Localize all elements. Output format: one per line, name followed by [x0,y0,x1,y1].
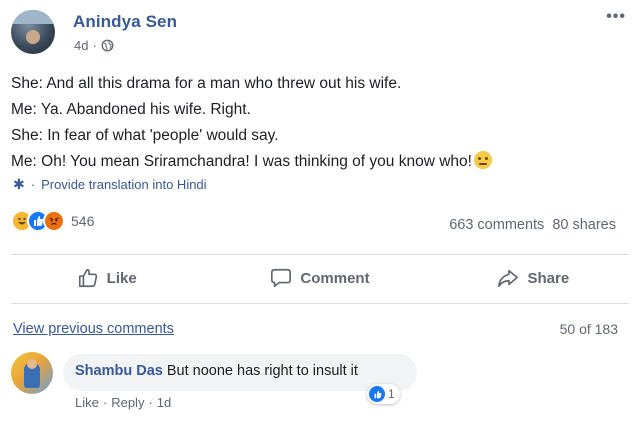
comment-meta-separator: · [102,395,108,410]
comment-reaction-count: 1 [388,387,395,401]
post-line: She: And all this drama for a man who th… [11,75,402,92]
post-meta: 4d · [74,38,114,53]
comments-pager: 50 of 183 [559,321,618,337]
comment-label: Comment [300,269,370,287]
shares-count[interactable]: 80 shares [552,217,616,233]
comments-count[interactable]: 663 comments [449,217,544,233]
translate-separator: · [30,177,36,192]
globe-icon[interactable] [101,39,114,52]
engagement-counts: 663 comments 80 shares [449,217,616,233]
share-button[interactable]: Share [427,256,640,300]
like-label: Like [106,269,137,287]
post-line: She: In fear of what 'people' would say. [11,127,279,144]
comment-time[interactable]: 1d [157,395,171,410]
view-previous-comments-link[interactable]: View previous comments [13,321,174,337]
action-bar: Like Comment Share [0,256,640,300]
post-text: She: And all this drama for a man who th… [11,71,492,175]
reaction-count: 546 [71,213,95,229]
author-avatar[interactable] [11,10,55,54]
comment-text: But noone has right to insult it [166,363,358,379]
commenter-avatar[interactable] [11,352,53,394]
post-line-last: Me: Oh! You mean Sriramchandra! I was th… [11,149,492,175]
share-arrow-icon [498,269,519,288]
reactions-summary[interactable]: 546 [11,210,94,232]
comment-bubble: Shambu Das But noone has right to insult… [63,354,417,391]
post-line: Me: Ya. Abandoned his wife. Right. [11,101,251,118]
comment-meta: Like · Reply · 1d [75,395,171,410]
translate-row: ✱ · Provide translation into Hindi [13,176,207,193]
rolling-eyes-emoji-icon [473,151,492,169]
commenter-name[interactable]: Shambu Das [75,363,163,379]
author-name[interactable]: Anindya Sen [73,12,177,32]
angry-reaction-icon [43,210,65,232]
gear-icon: ✱ [13,176,25,192]
translate-link[interactable]: Provide translation into Hindi [41,177,206,192]
share-label: Share [527,269,570,287]
comment-button[interactable]: Comment [213,256,426,300]
post-line: Me: Oh! You mean Sriramchandra! I was th… [11,153,472,170]
thumbs-up-icon [78,268,97,288]
comment-icon [271,268,292,288]
post-time[interactable]: 4d [74,38,88,53]
more-dots-icon[interactable]: ••• [606,8,626,26]
comment-reactions[interactable]: 1 [367,384,400,404]
divider [11,254,629,255]
comment-reply-link[interactable]: Reply [111,395,144,410]
like-reaction-icon [369,386,385,402]
like-button[interactable]: Like [0,256,213,300]
comment-like-link[interactable]: Like [75,395,99,410]
meta-separator: · [92,38,97,53]
comment-meta-separator: · [148,395,153,410]
divider [11,303,629,304]
